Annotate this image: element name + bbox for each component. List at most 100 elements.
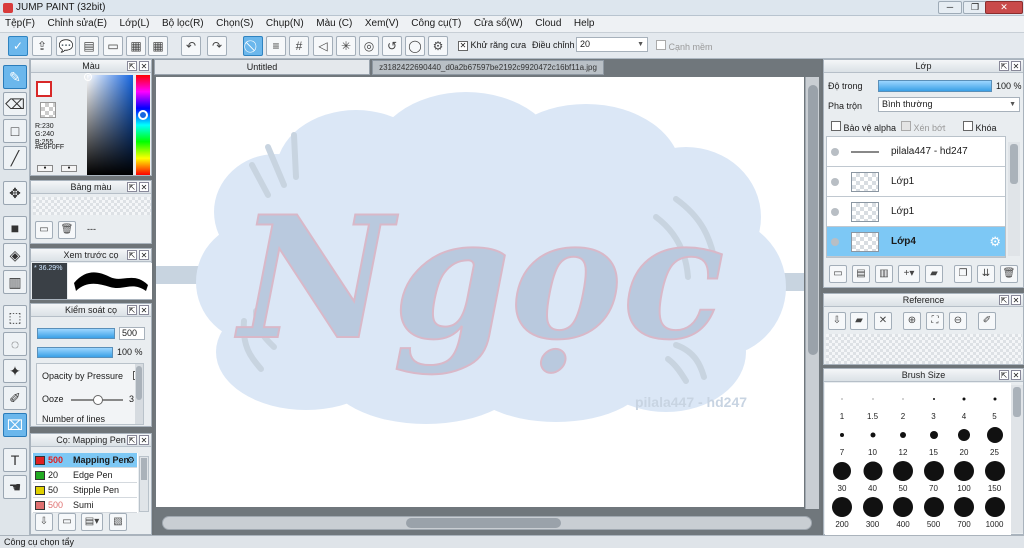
delete-palette-icon[interactable]: 🗑 (58, 221, 76, 239)
line-tool-icon[interactable]: ╱ (3, 146, 27, 170)
popout-icon[interactable]: ⇱ (127, 61, 137, 71)
eraser-tool-icon[interactable]: ⌫ (3, 92, 27, 116)
brush-size-cell[interactable]: 150 (980, 459, 1010, 493)
swap-color-icon[interactable]: ● (37, 165, 53, 172)
brush-size-cell[interactable]: 3 (919, 387, 949, 421)
palette-swatches[interactable] (33, 197, 151, 215)
cloud-sync-icon[interactable]: ✓ (8, 36, 28, 56)
tab-untitled[interactable]: Untitled (154, 59, 370, 75)
brush-options-scrollbar[interactable] (135, 364, 143, 424)
popout-icon[interactable]: ⇱ (127, 250, 137, 260)
brush-size-cell[interactable]: 30 (827, 459, 857, 493)
brush-item-edge-pen[interactable]: 20 Edge Pen (33, 468, 137, 483)
brush-size-cell[interactable]: 10 (858, 423, 888, 457)
brush-size-bar[interactable] (37, 328, 115, 339)
brush-item-mapping-pen[interactable]: 500 Mapping Pen ⚙ (33, 453, 137, 468)
close-icon[interactable]: ✕ (1011, 295, 1021, 305)
menu-window[interactable]: Cửa sổ(W) (469, 16, 528, 32)
layer-opacity-bar[interactable] (878, 80, 992, 92)
visibility-eye-icon[interactable] (831, 238, 839, 246)
saturation-value-picker[interactable] (84, 73, 133, 175)
horizontal-scroll-thumb[interactable] (406, 518, 561, 528)
brush-size-cell[interactable]: 500 (919, 495, 949, 529)
layer-row[interactable]: Lớp1 (827, 197, 1005, 227)
close-reference-icon[interactable]: ✕ (874, 312, 892, 330)
popout-icon[interactable]: ⇱ (127, 435, 137, 445)
zoom-out-icon[interactable]: ⊖ (949, 312, 967, 330)
chat-icon[interactable]: ▤ (79, 36, 99, 56)
brush-size-cell[interactable]: 200 (827, 495, 857, 529)
menu-edit[interactable]: Chỉnh sửa(E) (43, 16, 113, 32)
menu-color[interactable]: Màu (C) (311, 16, 357, 32)
menu-filter[interactable]: Bộ lọc(R) (157, 16, 209, 32)
new-layer-icon[interactable]: ▭ (829, 265, 847, 283)
popout-icon[interactable]: ⇱ (999, 295, 1009, 305)
brush-size-cell[interactable]: 7 (827, 423, 857, 457)
hue-slider-handle[interactable] (138, 110, 148, 120)
brush-size-cell[interactable]: 50 (888, 459, 918, 493)
brush-size-cell[interactable]: 1000 (980, 495, 1010, 529)
reference-view[interactable] (826, 334, 1022, 364)
ooze-slider-handle[interactable] (93, 395, 103, 405)
no-snap-icon[interactable]: ⃠ (243, 36, 263, 56)
circle-snap-icon[interactable]: ◎ (359, 36, 379, 56)
menu-select[interactable]: Chọn(S) (211, 16, 258, 32)
close-icon[interactable]: ✕ (139, 435, 149, 445)
brush-size-cell[interactable]: 15 (919, 423, 949, 457)
move-tool-icon[interactable]: ✥ (3, 181, 27, 205)
new-raster-layer-icon[interactable]: ▤ (852, 265, 870, 283)
brush-size-cell[interactable]: 25 (980, 423, 1010, 457)
vertical-scrollbar[interactable] (805, 77, 819, 509)
pen-tool-icon[interactable]: ✎ (3, 65, 27, 89)
brush-size-cell[interactable]: 1 (827, 387, 857, 421)
brush-size-cell[interactable]: 5 (980, 387, 1010, 421)
eyedropper-icon[interactable]: ✐ (978, 312, 996, 330)
brush-size-cell[interactable]: 400 (888, 495, 918, 529)
select-eraser-tool-icon[interactable]: ⌧ (3, 413, 27, 437)
close-icon[interactable]: ✕ (139, 250, 149, 260)
redo-icon[interactable]: ↷ (207, 36, 227, 56)
popout-icon[interactable]: ⇱ (999, 370, 1009, 380)
brush-size-input[interactable]: 500 (119, 327, 145, 340)
blend-mode-select[interactable]: Bình thường ▼ (878, 97, 1020, 112)
canvas[interactable]: Ngọc pilala447 - hd247 (156, 77, 804, 507)
close-icon[interactable]: ✕ (139, 182, 149, 192)
new-brush-icon[interactable]: ▭ (58, 513, 76, 531)
menu-cloud[interactable]: Cloud (530, 16, 566, 32)
close-button[interactable]: ✕ (985, 1, 1023, 14)
new-text-layer-icon[interactable]: ▥ (875, 265, 893, 283)
select-pen-tool-icon[interactable]: ✐ (3, 386, 27, 410)
notes-icon[interactable]: ▦ (126, 36, 146, 56)
menu-view[interactable]: Xem(V) (360, 16, 404, 32)
reset-color-icon[interactable]: ● (61, 165, 77, 172)
perspective-snap-icon[interactable]: ◁ (313, 36, 333, 56)
layer-row-selected[interactable]: Lớp4 ⚙ (827, 227, 1005, 257)
add-layer-menu-icon[interactable]: +▾ (898, 265, 920, 283)
bucket-tool-icon[interactable]: ◈ (3, 243, 27, 267)
visibility-eye-icon[interactable] (831, 208, 839, 216)
brush-item-stipple-pen[interactable]: 50 Stipple Pen (33, 483, 137, 498)
folder-icon[interactable]: ▰ (925, 265, 943, 283)
menu-file[interactable]: Tệp(F) (0, 16, 40, 32)
curve-snap-icon[interactable]: ↺ (382, 36, 402, 56)
popout-icon[interactable]: ⇱ (127, 182, 137, 192)
grid-layout-icon[interactable]: ▦ (148, 36, 168, 56)
ooze-slider[interactable] (71, 395, 123, 405)
menu-snap[interactable]: Chụp(N) (261, 16, 309, 32)
layer-row[interactable]: Lớp1 (827, 167, 1005, 197)
visibility-eye-icon[interactable] (831, 178, 839, 186)
merge-layer-icon[interactable]: ⇊ (977, 265, 995, 283)
color-picker-cursor[interactable] (84, 73, 92, 81)
background-color-swatch[interactable] (40, 102, 56, 118)
brush-size-cell[interactable]: 12 (888, 423, 918, 457)
brush-size-cell[interactable]: 70 (919, 459, 949, 493)
settings-snap-icon[interactable]: ⚙ (428, 36, 448, 56)
brush-size-cell[interactable]: 300 (858, 495, 888, 529)
close-icon[interactable]: ✕ (139, 305, 149, 315)
layer-list-scrollbar[interactable] (1008, 142, 1020, 256)
download-brush-icon[interactable]: ⇩ (35, 513, 53, 531)
popout-icon[interactable]: ⇱ (127, 305, 137, 315)
close-icon[interactable]: ✕ (139, 61, 149, 71)
antialias-checkbox[interactable]: ✕ (458, 41, 468, 51)
brush-list-scrollbar[interactable] (139, 456, 149, 512)
